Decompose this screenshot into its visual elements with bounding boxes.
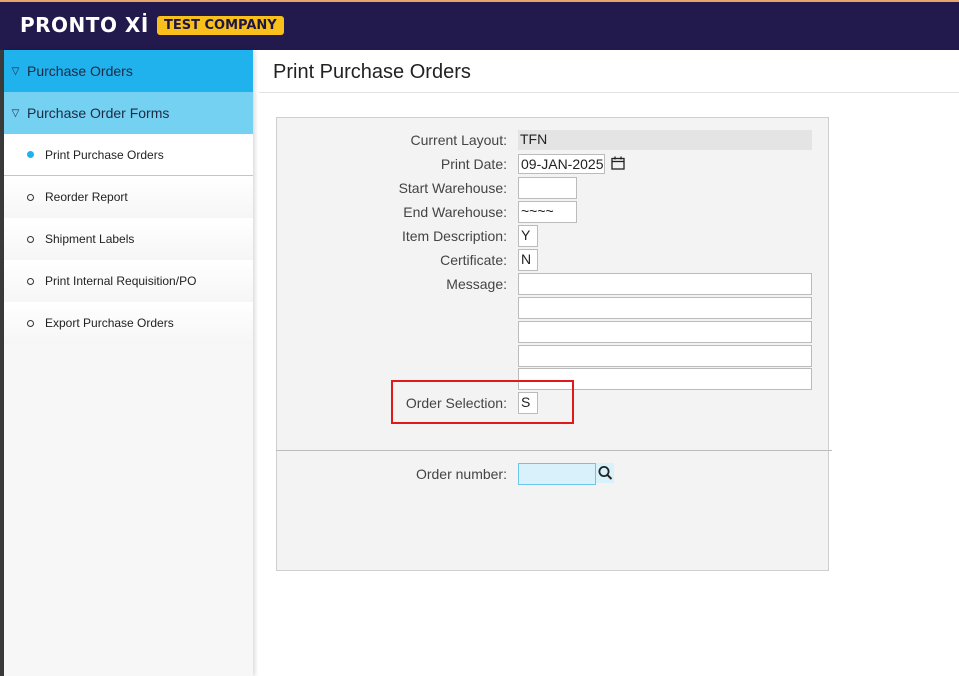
nav-item-print-internal-requisition[interactable]: Print Internal Requisition/PO [4,260,253,302]
nav-item-shipment-labels[interactable]: Shipment Labels [4,218,253,260]
certificate-field[interactable]: N [518,249,538,271]
nav-group-label: Purchase Orders [27,63,133,79]
nav-item-reorder-report[interactable]: Reorder Report [4,176,253,218]
nav-item-export-purchase-orders[interactable]: Export Purchase Orders [4,302,253,344]
active-bullet-icon [27,151,34,158]
bullet-icon [27,193,34,201]
highlight-annotation-box [391,380,574,424]
search-icon[interactable] [596,463,614,483]
nav-item-label: Export Purchase Orders [45,316,174,330]
bullet-icon [27,319,34,327]
end-warehouse-field[interactable]: ~~~~ [518,201,577,223]
app-header: PRONTO Xİ TEST COMPANY [0,0,959,50]
print-date-field[interactable]: 09-JAN-2025 [518,154,605,174]
order-number-label: Order number: [415,466,507,482]
nav-group-purchase-order-forms[interactable]: ▽ Purchase Order Forms [4,92,253,134]
expand-triangle-icon: ▽ [11,65,20,77]
company-badge[interactable]: TEST COMPANY [157,16,284,35]
nav-group-purchase-orders[interactable]: ▽ Purchase Orders [4,50,253,92]
expand-triangle-icon: ▽ [11,107,20,119]
message-line-3[interactable] [518,321,812,343]
order-number-field[interactable] [518,463,596,485]
message-line-2[interactable] [518,297,812,319]
end-warehouse-label: End Warehouse: [403,204,507,220]
item-description-field[interactable]: Y [518,225,538,247]
bullet-icon [27,277,34,285]
certificate-label: Certificate: [440,252,507,268]
current-layout-value: TFN [518,130,812,150]
nav-item-list: Print Purchase Orders Reorder Report Shi… [4,134,253,344]
bullet-icon [27,235,34,243]
nav-item-label: Reorder Report [45,190,128,204]
page-title-bar: Print Purchase Orders [259,50,959,93]
nav-item-label: Print Internal Requisition/PO [45,274,197,288]
panel-divider [276,450,832,451]
start-warehouse-field[interactable] [518,177,577,199]
calendar-icon[interactable] [611,156,625,170]
page-title: Print Purchase Orders [273,61,471,83]
message-label: Message: [446,276,507,292]
nav-group-label: Purchase Order Forms [27,105,170,121]
current-layout-label: Current Layout: [410,132,508,148]
app-logo: PRONTO Xİ [20,13,149,37]
nav-item-print-purchase-orders[interactable]: Print Purchase Orders [4,134,253,176]
message-line-1[interactable] [518,273,812,295]
message-line-4[interactable] [518,345,812,367]
print-date-label: Print Date: [440,156,507,172]
sidebar: ▽ Purchase Orders ▽ Purchase Order Forms… [4,50,253,676]
item-description-label: Item Description: [401,228,507,244]
start-warehouse-label: Start Warehouse: [398,180,507,196]
header-edge [0,0,959,2]
nav-item-label: Shipment Labels [45,232,135,246]
nav-item-label: Print Purchase Orders [45,147,164,162]
